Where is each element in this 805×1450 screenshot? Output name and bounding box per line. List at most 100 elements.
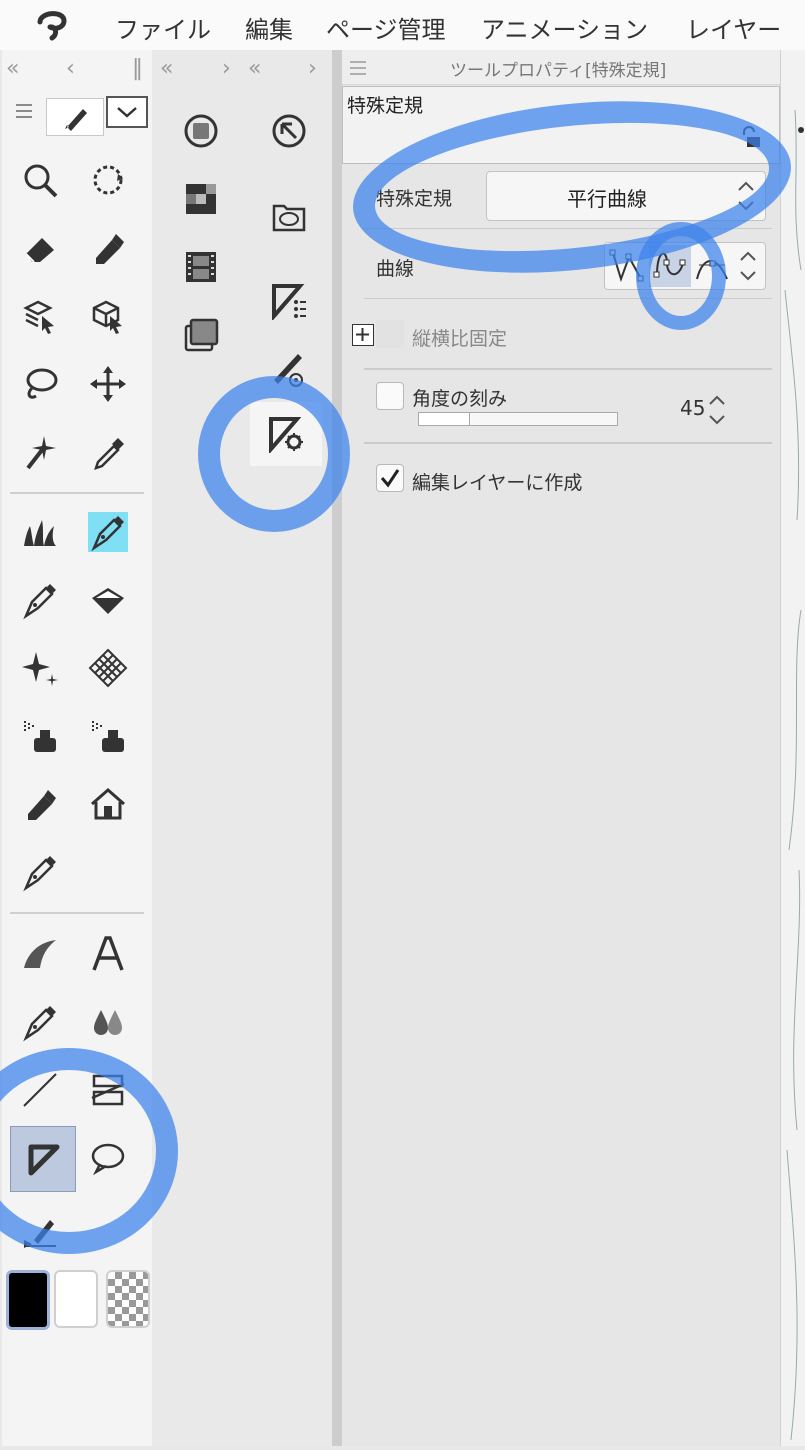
slider-fill	[419, 413, 470, 425]
timeline-panel-button[interactable]	[174, 240, 228, 294]
spline-button-selected[interactable]	[649, 245, 691, 287]
spinner-updown-icon[interactable]	[735, 178, 757, 214]
sub-tool-panel-button[interactable]	[262, 274, 316, 328]
blend-tool[interactable]	[78, 992, 138, 1052]
line-tool[interactable]	[10, 1060, 70, 1120]
droplets-icon	[94, 1010, 122, 1035]
divider	[10, 912, 144, 914]
transparent-color-swatch[interactable]	[106, 1270, 150, 1328]
special-ruler-select[interactable]: 平行曲線	[486, 171, 766, 221]
angle-step-checkbox[interactable]	[376, 382, 404, 410]
divider	[10, 492, 144, 494]
polyline-button[interactable]	[607, 245, 647, 287]
auto-select-tool[interactable]	[10, 422, 70, 482]
brush-size-panel-button[interactable]	[262, 342, 316, 396]
zoom-tool[interactable]	[10, 150, 70, 210]
chevron-right-icon[interactable]: ›	[308, 56, 317, 81]
collapse-left-icon[interactable]: «	[248, 56, 261, 81]
bezier-icon	[696, 260, 728, 280]
tool-property-panel-button[interactable]	[250, 402, 322, 466]
speech-balloon-icon	[91, 1143, 125, 1176]
chevron-right-icon[interactable]: ›	[222, 56, 231, 81]
angle-step-slider[interactable]	[418, 412, 618, 426]
text-tool[interactable]	[78, 924, 138, 984]
create-on-edit-layer-checkbox[interactable]	[376, 464, 404, 492]
correct-line-tool[interactable]	[10, 1200, 70, 1260]
layer-move-tool[interactable]	[10, 286, 70, 346]
expand-plus-button[interactable]	[352, 324, 374, 346]
gradient-icon	[24, 940, 56, 968]
line-edit-icon	[24, 1220, 56, 1248]
pen-tool-2[interactable]	[10, 842, 70, 902]
chevron-left-icon[interactable]: ‹	[66, 56, 75, 81]
pen-nib-icon	[23, 856, 56, 892]
magic-wand-icon	[26, 436, 56, 470]
aspect-fixed-label: 縦横比固定	[412, 328, 508, 350]
spinner-updown-icon[interactable]	[737, 248, 759, 284]
object-tool[interactable]	[78, 286, 138, 346]
marker-tool-2[interactable]	[10, 774, 70, 834]
line-icon	[23, 1073, 57, 1107]
divider	[364, 442, 772, 444]
move-tool[interactable]	[78, 354, 138, 414]
navigator-icon	[272, 114, 306, 148]
canvas-sketch-lines	[784, 109, 804, 1441]
balloon-tool[interactable]	[78, 1128, 138, 1188]
menu-file[interactable]: ファイル	[115, 10, 211, 45]
sub-color-swatch[interactable]	[54, 1270, 98, 1328]
main-color-swatch[interactable]	[6, 1270, 50, 1330]
subtool-name-box[interactable]: 特殊定規	[342, 86, 780, 164]
film-strip-icon	[186, 252, 216, 282]
pen-tool[interactable]	[10, 570, 70, 630]
navigator-panel-button[interactable]	[262, 104, 316, 158]
bezier-button[interactable]	[693, 245, 733, 287]
gradient-tool[interactable]	[10, 924, 70, 984]
divider	[364, 228, 772, 229]
3d-house-tool[interactable]	[78, 774, 138, 834]
object-cube-icon	[92, 300, 122, 334]
vector-pen-tool[interactable]	[10, 992, 70, 1052]
marker-icon	[96, 234, 124, 264]
color-set-panel-button[interactable]	[174, 172, 228, 226]
color-wheel-panel-button[interactable]	[174, 104, 228, 158]
tone-tool[interactable]	[78, 638, 138, 698]
panel-menu-icon[interactable]	[348, 60, 368, 76]
menu-layer[interactable]: レイヤー	[686, 10, 781, 45]
unlock-icon[interactable]	[739, 125, 763, 149]
airbrush-tool-2[interactable]	[78, 706, 138, 766]
marker-tool[interactable]	[78, 218, 138, 278]
clip-logo-icon[interactable]	[34, 8, 70, 42]
layer-panel-button[interactable]	[174, 308, 228, 362]
airbrush-tool[interactable]	[10, 706, 70, 766]
palette-menu-icon[interactable]	[14, 102, 40, 126]
collapse-left-icon[interactable]: «	[160, 56, 173, 81]
canvas-edge	[780, 50, 805, 1446]
chevron-down-icon	[117, 107, 137, 118]
menu-animation[interactable]: アニメーション	[481, 10, 648, 45]
panel-grip-icon[interactable]: ‖	[132, 56, 143, 81]
lasso-tool[interactable]	[10, 354, 70, 414]
menu-page-management[interactable]: ページ管理	[326, 10, 446, 45]
special-ruler-label: 特殊定規	[376, 188, 453, 210]
material-panel-button[interactable]	[262, 188, 316, 242]
collapse-left-icon[interactable]: «	[6, 56, 19, 81]
sparkle-tool[interactable]	[10, 638, 70, 698]
rotate-tool[interactable]	[78, 150, 138, 210]
marker-icon	[28, 790, 56, 820]
menu-edit[interactable]: 編集	[245, 10, 293, 45]
pen-tool-active[interactable]	[78, 502, 138, 562]
spinner-updown-icon[interactable]	[706, 392, 728, 428]
ruler-tool-selected[interactable]	[10, 1126, 76, 1192]
fill-tool[interactable]	[78, 570, 138, 630]
eraser-tool[interactable]	[10, 218, 70, 278]
panel-title: ツールプロパティ[特殊定規]	[450, 61, 667, 81]
eyedropper-tool[interactable]	[78, 422, 138, 482]
frame-border-tool[interactable]	[78, 1060, 138, 1120]
pen-tab[interactable]	[46, 98, 104, 136]
eraser-icon	[25, 238, 54, 263]
divider	[364, 298, 772, 299]
palette-dropdown[interactable]	[106, 96, 148, 128]
spline-icon	[653, 252, 686, 278]
aspect-lock-toggle[interactable]	[376, 320, 404, 348]
decoration-tool[interactable]	[10, 502, 70, 562]
